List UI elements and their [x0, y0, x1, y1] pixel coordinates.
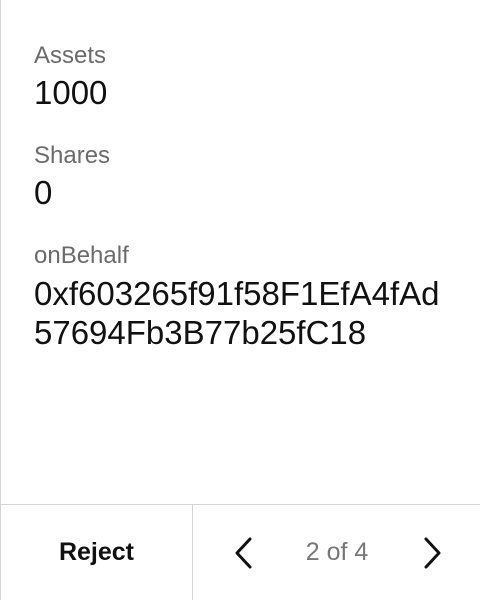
assets-value: 1000: [34, 74, 108, 111]
assets-field: Assets 1000: [34, 40, 460, 112]
next-page-button[interactable]: [412, 533, 452, 573]
shares-field: Shares 0: [34, 140, 460, 212]
previous-page-button[interactable]: [224, 533, 264, 573]
shares-value: 0: [34, 174, 53, 211]
on-behalf-address: 0xf603265f91f58F1EfA4fAd57694Fb3B77b25fC…: [34, 275, 440, 351]
on-behalf-field: onBehalf 0xf603265f91f58F1EfA4fAd57694Fb…: [34, 240, 460, 352]
transaction-details-panel: Assets 1000 Shares 0 onBehalf 0xf603265f…: [0, 0, 480, 600]
action-footer: Reject 2 of 4: [1, 504, 480, 600]
shares-label: Shares: [34, 142, 111, 169]
page-navigator: 2 of 4: [194, 505, 480, 600]
chevron-left-icon: [235, 537, 252, 569]
field-list: Assets 1000 Shares 0 onBehalf 0xf603265f…: [34, 40, 460, 380]
assets-label: Assets: [34, 42, 107, 69]
chevron-right-icon: [424, 537, 441, 569]
reject-button[interactable]: Reject: [1, 505, 193, 600]
page-indicator: 2 of 4: [305, 538, 369, 566]
on-behalf-label: onBehalf: [34, 242, 129, 269]
